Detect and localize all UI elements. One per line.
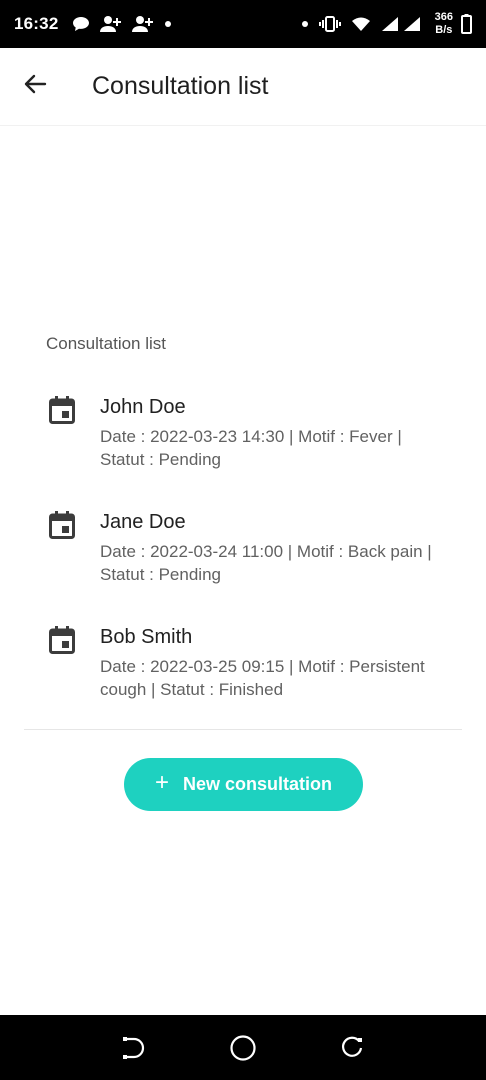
- section-label: Consultation list: [46, 334, 167, 353]
- chat-bubble-icon: [72, 16, 90, 32]
- consultation-details: Date : 2022-03-25 09:15 | Motif : Persis…: [100, 657, 425, 699]
- calendar-icon: [49, 511, 75, 539]
- network-speed: 366 B/s: [435, 11, 453, 37]
- list-divider: [24, 729, 462, 730]
- battery-icon: [461, 14, 472, 34]
- dot-icon: [164, 20, 172, 28]
- signal-icon: [381, 16, 399, 32]
- status-time: 16:32: [14, 14, 59, 33]
- consultation-patient-name: Jane Doe: [100, 511, 186, 533]
- wifi-icon: [351, 16, 371, 32]
- home-nav-icon[interactable]: [223, 1028, 263, 1068]
- calendar-icon: [49, 626, 75, 654]
- app-bar: Consultation list: [0, 48, 486, 126]
- consultation-details: Date : 2022-03-24 11:00 | Motif : Back p…: [100, 542, 432, 584]
- consultation-item[interactable]: Bob Smith Date : 2022-03-25 09:15 | Moti…: [0, 620, 486, 735]
- screen: 16:32 366 B/s Consultation list Consulta…: [0, 0, 486, 1080]
- status-bar: 16:32 366 B/s: [0, 0, 486, 48]
- person-add-icon: [132, 15, 154, 33]
- signal-icon: [403, 16, 421, 32]
- consultation-patient-name: Bob Smith: [100, 626, 193, 648]
- consultation-item[interactable]: Jane Doe Date : 2022-03-24 11:00 | Motif…: [0, 505, 486, 620]
- consultation-details: Date : 2022-03-23 14:30 | Motif : Fever …: [100, 427, 402, 469]
- person-add-icon: [100, 15, 122, 33]
- consultation-patient-name: John Doe: [100, 396, 186, 418]
- dot-icon: [301, 20, 309, 28]
- consultation-item[interactable]: John Doe Date : 2022-03-23 14:30 | Motif…: [0, 390, 486, 505]
- new-consultation-button[interactable]: + New consultation: [124, 758, 363, 811]
- recents-nav-icon[interactable]: [332, 1028, 372, 1068]
- back-nav-icon[interactable]: [114, 1028, 154, 1068]
- plus-icon: +: [154, 769, 169, 796]
- page-title: Consultation list: [92, 72, 269, 100]
- calendar-icon: [49, 396, 75, 424]
- network-speed-unit: B/s: [435, 24, 453, 36]
- back-button[interactable]: [0, 48, 70, 126]
- vibrate-icon: [318, 16, 341, 32]
- system-nav-bar: [0, 1015, 486, 1080]
- consultation-list: John Doe Date : 2022-03-23 14:30 | Motif…: [0, 390, 486, 735]
- arrow-back-icon: [23, 74, 47, 99]
- network-speed-value: 366: [434, 11, 453, 23]
- new-consultation-label: New consultation: [183, 774, 333, 794]
